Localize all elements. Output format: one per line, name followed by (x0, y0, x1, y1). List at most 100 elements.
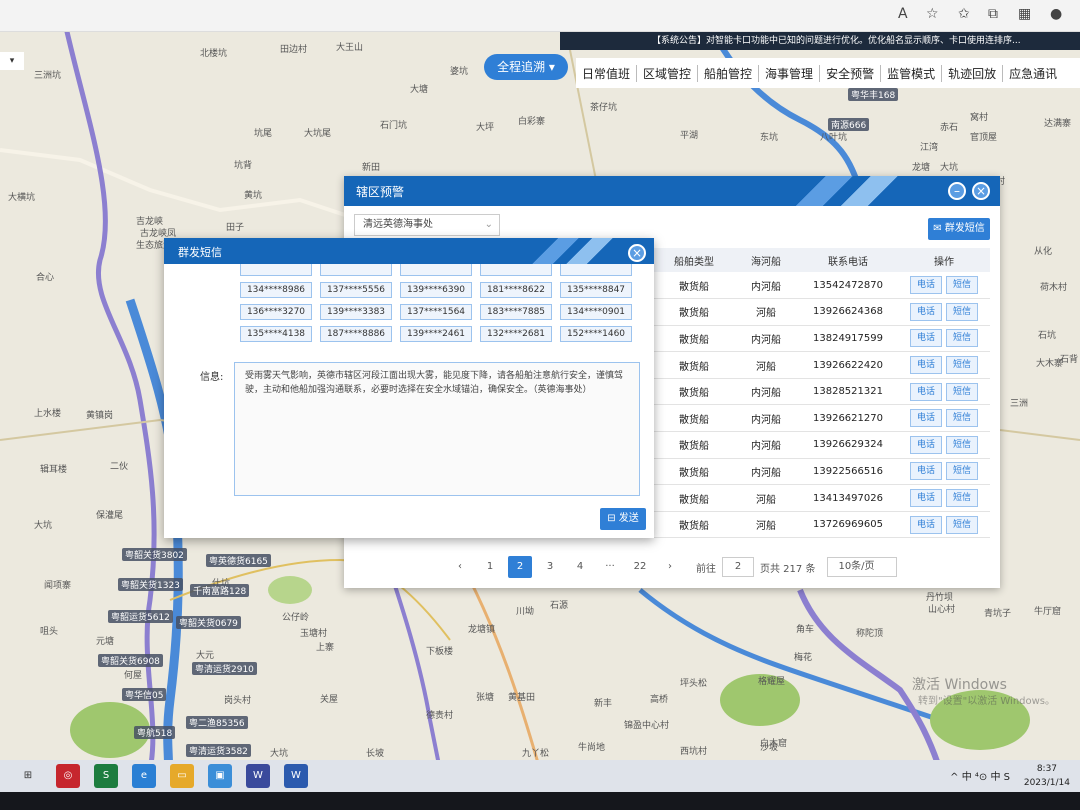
recipient-chip[interactable] (400, 264, 472, 276)
sms-button[interactable]: 短信 (946, 489, 978, 508)
table-row[interactable]: 散货船 内河船 13824917599 电话 短信 (654, 325, 990, 353)
sms-button[interactable]: 短信 (946, 356, 978, 375)
ship-marker-label[interactable]: 粤韶运货5612 (108, 610, 173, 623)
recipient-chip[interactable] (480, 264, 552, 276)
col-river-sea[interactable]: 海河船 (734, 248, 798, 272)
send-button[interactable]: ⊟ 发送 (600, 508, 646, 530)
group-sms-button[interactable]: ✉ 群发短信 (928, 218, 990, 240)
call-button[interactable]: 电话 (910, 489, 942, 508)
left-dropdown[interactable]: ▾ (0, 52, 24, 70)
recipient-chip[interactable]: 139****6390 (400, 282, 472, 298)
page-4[interactable]: 4 (568, 556, 592, 578)
recipient-chip[interactable]: 152****1460 (560, 326, 632, 342)
close-icon[interactable]: × (628, 244, 646, 262)
recipient-chip[interactable]: 181****8622 (480, 282, 552, 298)
ship-marker-label[interactable]: 粤韶关货1323 (118, 578, 183, 591)
prev-page-icon[interactable]: ‹ (448, 556, 472, 578)
ship-marker-label[interactable]: 粤二渔85356 (186, 716, 248, 729)
minimize-icon[interactable]: – (948, 182, 966, 200)
call-button[interactable]: 电话 (910, 435, 942, 454)
table-row[interactable]: 散货船 内河船 13926629324 电话 短信 (654, 431, 990, 459)
table-row[interactable]: 散货船 内河船 13926621270 电话 短信 (654, 404, 990, 433)
page-3[interactable]: 3 (538, 556, 562, 578)
recipient-phone-list[interactable]: 134****8986 137****5556 139****6390 181****… (240, 264, 636, 350)
close-icon[interactable]: × (972, 182, 990, 200)
recipient-chip[interactable]: 136****3270 (240, 304, 312, 320)
recipient-chip[interactable]: 135****8847 (560, 282, 632, 298)
sms-button[interactable]: 短信 (946, 435, 978, 454)
sms-button[interactable]: 短信 (946, 409, 978, 428)
call-button[interactable]: 电话 (910, 356, 942, 375)
recipient-chip[interactable]: 137****5556 (320, 282, 392, 298)
table-row[interactable]: 散货船 河船 13926624368 电话 短信 (654, 298, 990, 326)
read-aloud-icon[interactable]: A (898, 6, 908, 22)
clock[interactable]: 8:37 2023/1/14 (1024, 762, 1070, 790)
nav-emergency-comm[interactable]: 应急通讯 (1003, 65, 1063, 82)
table-row[interactable]: 散货船 内河船 13542472870 电话 短信 (654, 272, 990, 300)
message-textarea[interactable]: 受雨雾天气影响，英德市辖区河段江面出现大雾，能见度下降，请各船舶注意航行安全，谨… (234, 362, 640, 496)
nav-daily-duty[interactable]: 日常值班 (576, 64, 638, 82)
nav-ship-control[interactable]: 船舶管控 (698, 64, 760, 82)
page-22[interactable]: 22 (628, 556, 652, 578)
ship-marker-label[interactable]: 粤华信05 (122, 688, 167, 701)
page-2[interactable]: 2 (508, 556, 532, 578)
collections-icon[interactable]: ⧉ (988, 6, 998, 22)
full-trace-button[interactable]: 全程追溯 ▾ (484, 54, 568, 80)
page-ellipsis[interactable]: ··· (598, 556, 622, 578)
nav-safety-warning[interactable]: 安全预警 (820, 64, 882, 82)
recipient-chip[interactable] (320, 264, 392, 276)
profile-avatar-icon[interactable]: ● (1050, 6, 1062, 22)
sms-button[interactable]: 短信 (946, 329, 978, 348)
call-button[interactable]: 电话 (910, 462, 942, 481)
image-viewer-icon[interactable]: ▣ (208, 764, 232, 788)
nav-track-playback[interactable]: 轨迹回放 (942, 64, 1004, 82)
table-row[interactable]: 散货船 河船 13413497026 电话 短信 (654, 484, 990, 512)
recipient-chip[interactable]: 187****8886 (320, 326, 392, 342)
call-button[interactable]: 电话 (910, 329, 942, 348)
call-button[interactable]: 电话 (910, 515, 942, 534)
recipient-chip[interactable]: 134****0901 (560, 304, 632, 320)
recipient-chip[interactable] (240, 264, 312, 276)
col-ship-type[interactable]: 船舶类型 (654, 248, 734, 272)
wps-app-icon[interactable]: W (246, 764, 270, 788)
recipient-chip[interactable]: 137****1564 (400, 304, 472, 320)
sms-button[interactable]: 短信 (946, 462, 978, 481)
file-explorer-icon[interactable]: ▭ (170, 764, 194, 788)
ship-marker-label[interactable]: 粤航518 (134, 726, 176, 739)
table-row[interactable]: 散货船 河船 13926622420 电话 短信 (654, 351, 990, 379)
recipient-chip[interactable]: 134****8986 (240, 282, 312, 298)
call-button[interactable]: 电话 (910, 409, 942, 428)
call-button[interactable]: 电话 (910, 276, 942, 295)
nav-area-control[interactable]: 区域管控 (637, 64, 699, 82)
call-button[interactable]: 电话 (910, 302, 942, 321)
call-button[interactable]: 电话 (910, 382, 942, 401)
ship-marker-label[interactable]: 粤清运货2910 (192, 662, 257, 675)
table-row[interactable]: 散货船 内河船 13922566516 电话 短信 (654, 458, 990, 486)
recipient-chip[interactable]: 132****2681 (480, 326, 552, 342)
next-page-icon[interactable]: › (658, 556, 682, 578)
system-tray[interactable]: ^ 中 ⁴⊙ 中 S (950, 768, 1010, 783)
extensions-icon[interactable]: ▦ (1018, 6, 1031, 22)
word-app-icon[interactable]: W (284, 764, 308, 788)
sms-button[interactable]: 短信 (946, 382, 978, 401)
recipient-chip[interactable]: 139****3383 (320, 304, 392, 320)
ship-marker-label[interactable]: 粤清运货3582 (186, 744, 251, 757)
page-size-select[interactable]: 10条/页 (827, 557, 898, 577)
task-view-icon[interactable]: ⊞ (16, 764, 40, 788)
recipient-chip[interactable] (560, 264, 632, 276)
sms-button[interactable]: 短信 (946, 515, 978, 534)
app-icon-red[interactable]: ◎ (56, 764, 80, 788)
table-row[interactable]: 散货船 河船 13726969605 电话 短信 (654, 511, 990, 539)
page-1[interactable]: 1 (478, 556, 502, 578)
favorite-star-icon[interactable]: ☆ (926, 6, 939, 22)
ship-marker-label[interactable]: 粤华丰168 (848, 88, 899, 101)
ship-marker-label[interactable]: 南源666 (828, 118, 870, 131)
table-row[interactable]: 散货船 内河船 13828521321 电话 短信 (654, 378, 990, 406)
nav-maritime-management[interactable]: 海事管理 (759, 64, 821, 82)
recipient-chip[interactable]: 139****2461 (400, 326, 472, 342)
edge-browser-icon[interactable]: e (132, 764, 156, 788)
ship-marker-label[interactable]: 粤韶关货0679 (176, 616, 241, 629)
favorites-icon[interactable]: ✩ (958, 6, 970, 22)
spreadsheet-app-icon[interactable]: S (94, 764, 118, 788)
ship-marker-label[interactable]: 粤韶关货3802 (122, 548, 187, 561)
